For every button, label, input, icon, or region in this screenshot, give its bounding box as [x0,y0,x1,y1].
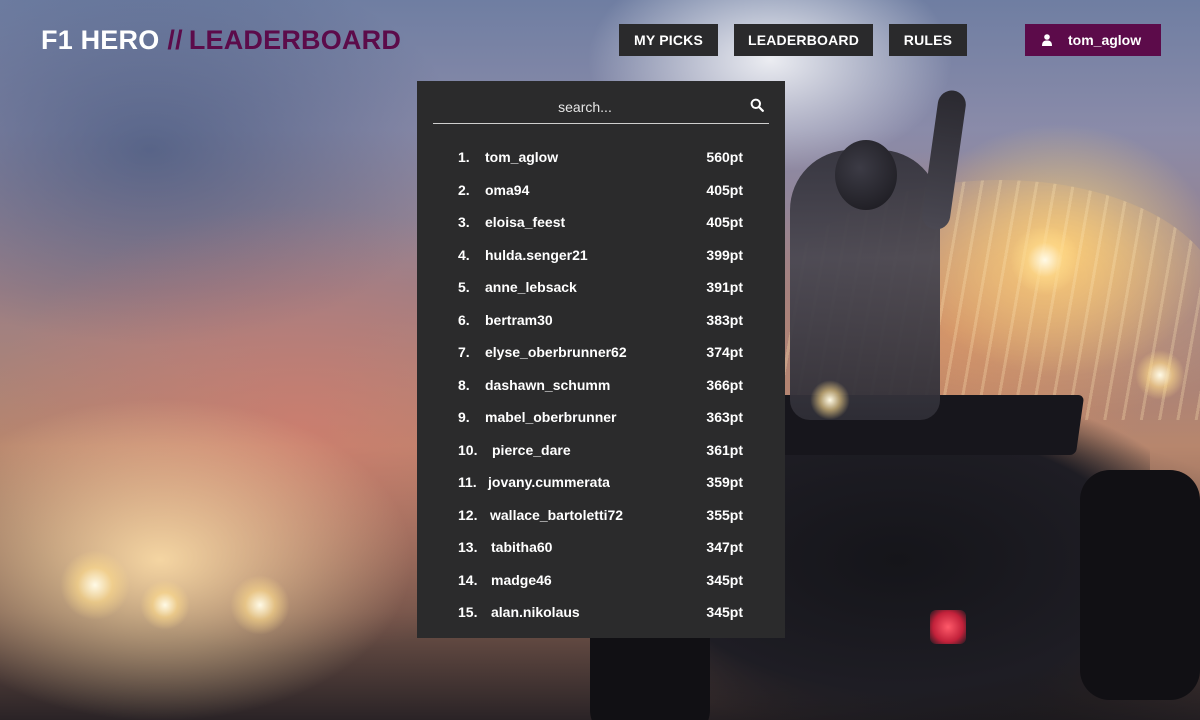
player-points: 345pt [706,604,743,620]
player-points: 391pt [706,279,743,295]
leaderboard-row[interactable]: 1. tom_aglow 560pt [417,141,785,174]
player-points: 345pt [706,571,743,588]
player-points: 383pt [706,311,743,328]
player-points: 560pt [706,149,743,165]
nav-rules-button[interactable]: RULES [889,24,967,56]
leaderboard-row[interactable]: 14. madge46 345pt [417,564,785,597]
player-name: wallace_bartoletti72 [490,506,624,523]
leaderboard-row[interactable]: 4. hulda.senger21 399pt [417,239,785,272]
player-points: 363pt [706,409,743,425]
leaderboard-row[interactable]: 6. bertram30 383pt [417,304,785,337]
rank-number: 5. [458,279,470,295]
rank-number: 12. [458,506,478,523]
player-name: oma94 [485,181,530,198]
player-points: 361pt [706,441,743,458]
rank-number: 11. [458,474,477,490]
leaderboard-row[interactable]: 15. alan.nikolaus 345pt [417,596,785,629]
player-name: pierce_dare [492,441,571,458]
search-input[interactable] [433,92,737,121]
rank-number: 3. [458,214,470,230]
leaderboard-row[interactable]: 12. wallace_bartoletti72 355pt [417,499,785,532]
nav-leaderboard-button[interactable]: LEADERBOARD [734,24,873,56]
rank-number: 15. [458,604,478,620]
player-name: dashawn_schumm [485,376,611,393]
player-name: hulda.senger21 [485,246,588,263]
player-points: 405pt [706,214,743,230]
rank-number: 2. [458,181,470,198]
player-points: 405pt [706,181,743,198]
leaderboard-row[interactable]: 2. oma94 405pt [417,174,785,207]
leaderboard-row[interactable]: 10. pierce_dare 361pt [417,434,785,467]
player-name: elyse_oberbrunner62 [485,344,627,360]
search-icon[interactable] [750,98,764,112]
player-name: alan.nikolaus [491,604,580,620]
light-flare-graphic [230,575,290,635]
leaderboard-row[interactable]: 5. anne_lebsack 391pt [417,271,785,304]
light-flare-graphic [140,580,190,630]
brand-name: F1 HERO [41,25,160,55]
leaderboard-row[interactable]: 9. mabel_oberbrunner 363pt [417,401,785,434]
player-name: bertram30 [485,311,553,328]
rank-number: 10. [458,441,478,458]
player-points: 359pt [706,474,743,490]
leaderboard-row[interactable]: 3. eloisa_feest 405pt [417,206,785,239]
driver-helmet-graphic [835,140,897,210]
rank-number: 14. [458,571,478,588]
rank-number: 13. [458,539,478,555]
player-points: 347pt [706,539,743,555]
car-wheel-graphic [1080,470,1200,700]
car-rear-light-graphic [930,610,966,644]
player-points: 355pt [706,506,743,523]
player-points: 374pt [706,344,743,360]
username-label: tom_aglow [1068,32,1142,48]
page-logo: F1 HERO//LEADERBOARD [41,25,401,56]
nav-my-picks-button[interactable]: MY PICKS [619,24,718,56]
user-account-button[interactable]: tom_aglow [1025,24,1161,56]
light-flare-graphic [1135,350,1185,400]
player-name: eloisa_feest [485,214,566,230]
player-name: tabitha60 [491,539,553,555]
search-bar [433,92,769,124]
player-points: 399pt [706,246,743,263]
rank-number: 1. [458,149,470,165]
player-name: tom_aglow [485,149,559,165]
leaderboard-panel: 1. tom_aglow 560pt 2. oma94 405pt 3. elo… [417,81,785,638]
player-points: 366pt [706,376,743,393]
player-name: anne_lebsack [485,279,577,295]
rank-number: 6. [458,311,470,328]
player-name: mabel_oberbrunner [485,409,617,425]
light-flare-graphic [810,380,850,420]
title-separator: // [167,25,183,55]
leaderboard-row[interactable]: 11. jovany.cummerata 359pt [417,466,785,499]
leaderboard-row[interactable]: 8. dashawn_schumm 366pt [417,369,785,402]
player-name: jovany.cummerata [488,474,610,490]
light-flare-graphic [60,550,130,620]
rank-number: 4. [458,246,470,263]
rank-number: 8. [458,376,470,393]
player-name: madge46 [491,571,552,588]
leaderboard-list: 1. tom_aglow 560pt 2. oma94 405pt 3. elo… [417,141,785,629]
leaderboard-row[interactable]: 13. tabitha60 347pt [417,531,785,564]
page-title: LEADERBOARD [188,25,402,55]
user-icon [1042,34,1052,46]
rank-number: 7. [458,344,470,360]
light-flare-graphic [1010,225,1080,295]
leaderboard-row[interactable]: 7. elyse_oberbrunner62 374pt [417,336,785,369]
rank-number: 9. [458,409,470,425]
